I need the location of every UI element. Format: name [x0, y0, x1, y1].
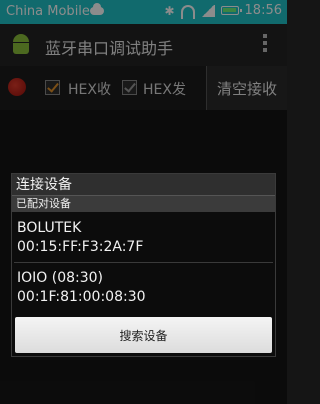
device-item-bolutek[interactable]: BOLUTEK 00:15:FF:F3:2A:7F [12, 214, 275, 258]
device-name: BOLUTEK [17, 220, 82, 236]
search-devices-button[interactable]: 搜索设备 [15, 317, 272, 353]
paired-devices-header: 已配对设备 [12, 196, 275, 212]
dialog-title: 连接设备 [12, 174, 275, 196]
device-name: IOIO (08:30) [17, 270, 104, 286]
connect-device-dialog: 连接设备 已配对设备 BOLUTEK 00:15:FF:F3:2A:7F IOI… [11, 173, 276, 357]
divider [14, 262, 273, 263]
device-address: 00:15:FF:F3:2A:7F [17, 239, 144, 255]
device-address: 00:1F:81:00:08:30 [17, 289, 146, 305]
device-item-ioio[interactable]: IOIO (08:30) 00:1F:81:00:08:30 [12, 264, 275, 308]
